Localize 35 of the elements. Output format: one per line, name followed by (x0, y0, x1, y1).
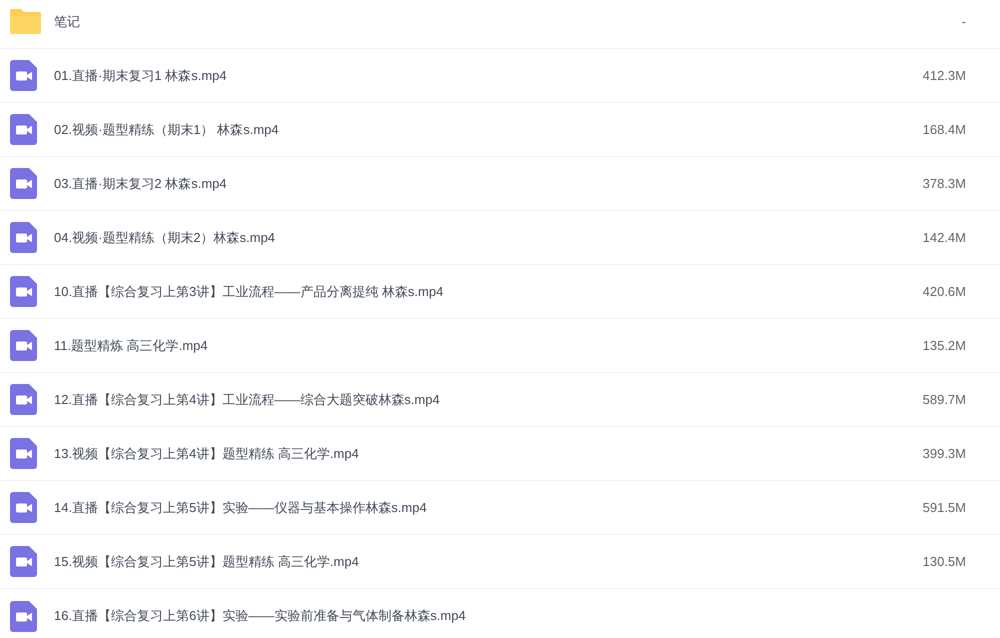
file-name[interactable]: 11.题型精炼 高三化学.mp4 (54, 336, 208, 356)
file-name[interactable]: 10.直播【综合复习上第3讲】工业流程——产品分离提纯 林森s.mp4 (54, 282, 444, 302)
file-size: 591.5M (922, 498, 966, 517)
file-size: 142.4M (922, 228, 966, 247)
video-file-icon (10, 276, 37, 307)
video-file-icon (10, 546, 37, 577)
video-file-icon (10, 168, 37, 199)
file-name[interactable]: 14.直播【综合复习上第5讲】实验——仪器与基本操作林森s.mp4 (54, 498, 427, 518)
file-size: 399.3M (922, 444, 966, 463)
file-name[interactable]: 12.直播【综合复习上第4讲】工业流程——综合大题突破林森s.mp4 (54, 390, 440, 410)
video-file-icon (10, 222, 37, 253)
folder-icon (10, 9, 41, 34)
file-size: 135.2M (922, 336, 966, 355)
video-file-icon (10, 330, 37, 361)
file-name[interactable]: 02.视频·题型精练（期末1） 林森s.mp4 (54, 120, 279, 140)
file-name[interactable]: 03.直播·期末复习2 林森s.mp4 (54, 174, 227, 194)
video-file-icon (10, 60, 37, 91)
file-name[interactable]: 13.视频【综合复习上第4讲】题型精练 高三化学.mp4 (54, 444, 359, 464)
file-name[interactable]: 04.视频·题型精练（期末2）林森s.mp4 (54, 228, 276, 248)
file-size: 420.6M (922, 282, 966, 301)
file-size: - (962, 12, 966, 31)
video-file-icon (10, 384, 37, 415)
file-size: 378.3M (922, 174, 966, 193)
video-file-icon (10, 492, 37, 523)
file-name[interactable]: 01.直播·期末复习1 林森s.mp4 (54, 66, 227, 86)
file-name[interactable]: 15.视频【综合复习上第5讲】题型精练 高三化学.mp4 (54, 552, 359, 572)
file-size: 130.5M (922, 552, 966, 571)
file-size: 168.4M (922, 120, 966, 139)
file-size: 412.3M (922, 66, 966, 85)
folder-name[interactable]: 笔记 (54, 12, 80, 32)
video-file-icon (10, 438, 37, 469)
video-file-icon (10, 600, 37, 632)
file-name[interactable]: 16.直播【综合复习上第6讲】实验——实验前准备与气体制备林森s.mp4 (54, 606, 466, 626)
video-file-icon (10, 114, 37, 145)
file-size: 589.7M (922, 390, 966, 409)
